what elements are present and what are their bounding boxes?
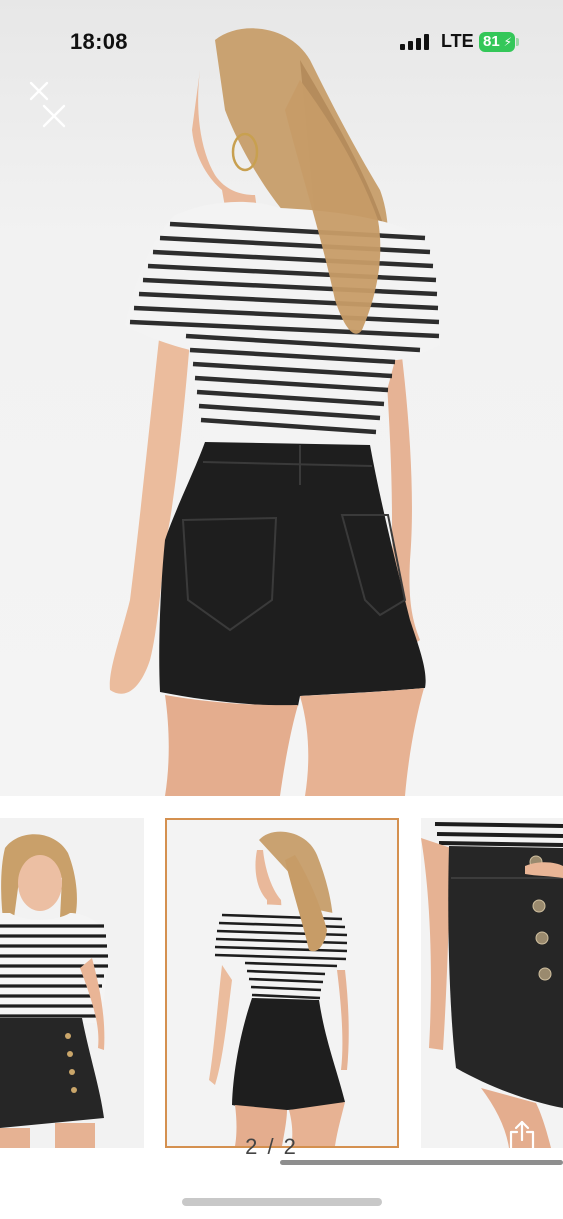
thumbnail-2-selected[interactable] <box>165 818 399 1148</box>
model-back-photo-image <box>167 820 397 1146</box>
page-indicator: 2 / 2 <box>0 1134 563 1160</box>
thumbnail-1[interactable] <box>0 818 144 1148</box>
page-indicator-text: 2 / 2 <box>245 1134 298 1159</box>
model-front-photo-image <box>0 818 144 1148</box>
thumbnail-3[interactable] <box>421 818 563 1148</box>
close-button[interactable] <box>28 78 72 130</box>
battery-level: 81 <box>483 33 500 50</box>
battery-icon: 81 ⚡ <box>479 32 515 52</box>
cellular-signal-icon <box>400 34 430 50</box>
status-bar: 18:08 LTE 81 ⚡ <box>0 0 563 80</box>
main-product-photo[interactable] <box>0 0 563 796</box>
shorts-button-detail-image <box>421 818 563 1148</box>
thumbnail-strip <box>0 818 563 1150</box>
close-icon <box>29 81 66 128</box>
status-time: 18:08 <box>70 29 128 54</box>
model-back-view-image <box>109 28 440 796</box>
charging-bolt-icon: ⚡ <box>503 35 512 49</box>
horizontal-scrollbar[interactable] <box>280 1160 563 1165</box>
network-type: LTE <box>441 31 474 51</box>
battery-cap <box>516 38 519 46</box>
home-indicator[interactable] <box>182 1198 382 1206</box>
